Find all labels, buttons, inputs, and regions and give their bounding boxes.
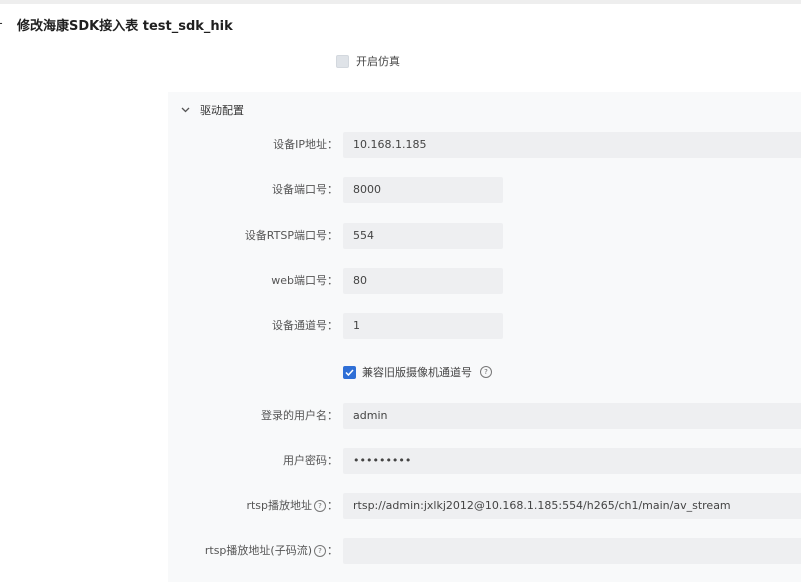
password-label: 用户密码： [283,454,338,467]
simulation-label: 开启仿真 [356,55,400,68]
rtsp-sub-url-input[interactable] [343,538,801,564]
channel-row: 设备通道号： 1 [168,313,801,339]
ip-input[interactable]: 10.168.1.185 [343,132,801,158]
checkmark-icon [345,368,354,376]
port-row: 设备端口号： 8000 [168,177,801,203]
port-label: 设备端口号： [272,183,338,196]
username-row: 登录的用户名： admin [168,403,801,429]
ip-label: 设备IP地址： [273,138,338,151]
ip-row: 设备IP地址： 10.168.1.185 [168,132,801,158]
question-circle-icon[interactable]: ? [314,545,326,557]
rtsp-url-input[interactable]: rtsp://admin:jxlkj2012@10.168.1.185:554/… [343,493,801,519]
channel-label: 设备通道号： [272,319,338,332]
rtsp-sub-url-row: rtsp播放地址(子码流) ? ： [168,538,801,564]
username-label: 登录的用户名： [261,409,338,422]
web-port-label: web端口号： [271,274,338,287]
simulation-checkbox[interactable] [336,54,349,68]
username-input[interactable]: admin [343,403,801,429]
chevron-down-icon[interactable] [181,107,190,113]
channel-input[interactable]: 1 [343,313,503,339]
compat-label: 兼容旧版摄像机通道号 [362,366,472,379]
port-input[interactable]: 8000 [343,177,503,203]
password-input[interactable]: ••••••••• [343,448,801,474]
rtsp-sub-url-label: rtsp播放地址(子码流) [204,544,312,557]
rtsp-url-label: rtsp播放地址 [246,499,312,512]
simulation-toggle[interactable]: 开启仿真 [336,53,400,69]
rtsp-port-label: 设备RTSP端口号： [244,229,338,242]
web-port-input[interactable]: 80 [343,268,503,294]
header-dash: - [0,16,3,31]
question-circle-icon[interactable]: ? [314,500,326,512]
page-title: 修改海康SDK接入表 test_sdk_hik [17,19,233,34]
rtsp-port-input[interactable]: 554 [343,223,503,249]
rtsp-url-label-group: rtsp播放地址 ? ： [246,493,338,519]
rtsp-sub-url-label-group: rtsp播放地址(子码流) ? ： [205,538,338,564]
compat-channel-toggle[interactable]: 兼容旧版摄像机通道号 ? [343,364,492,380]
section-header[interactable]: 驱动配置 [181,102,244,118]
password-row: 用户密码： ••••••••• [168,448,801,474]
rtsp-port-row: 设备RTSP端口号： 554 [168,223,801,249]
compat-checkbox[interactable] [343,365,356,379]
web-port-row: web端口号： 80 [168,268,801,294]
section-title: 驱动配置 [200,104,244,117]
driver-config-panel: 驱动配置 设备IP地址： 10.168.1.185 设备端口号： 8000 设备… [168,92,801,582]
question-circle-icon[interactable]: ? [480,366,492,378]
rtsp-url-label-suffix: ： [327,499,338,512]
rtsp-url-row: rtsp播放地址 ? ： rtsp://admin:jxlkj2012@10.1… [168,493,801,519]
top-divider [0,0,801,4]
rtsp-sub-url-label-suffix: ： [327,544,338,557]
